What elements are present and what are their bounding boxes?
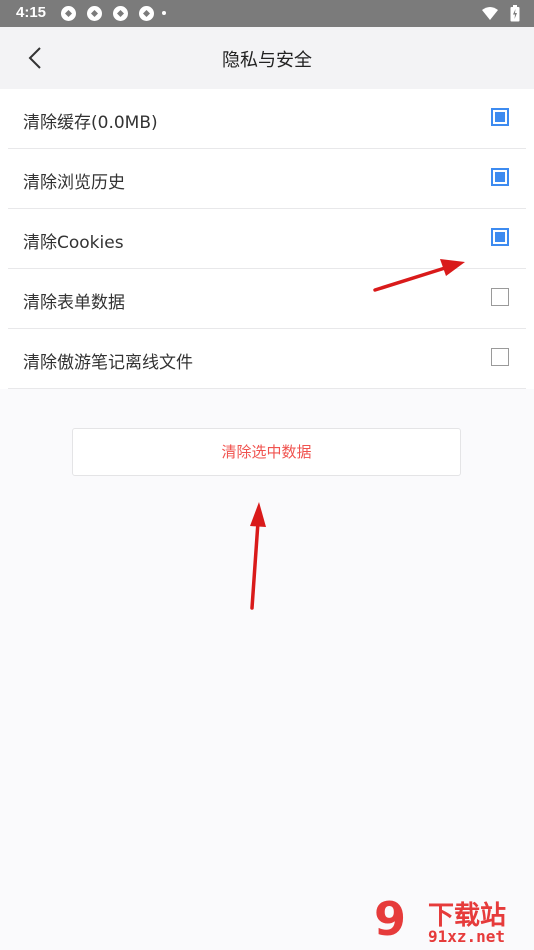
notification-icons (60, 5, 159, 22)
more-notifications-dot-icon (162, 11, 166, 15)
clear-cache-checkbox[interactable] (491, 108, 509, 126)
option-clear-history[interactable]: 清除浏览历史 (8, 149, 526, 209)
clear-cookies-checkbox[interactable] (491, 228, 509, 246)
clear-notes-offline-checkbox[interactable] (491, 348, 509, 366)
notification-icon (61, 6, 76, 21)
option-clear-form-data[interactable]: 清除表单数据 (8, 269, 526, 329)
notification-icon (139, 6, 155, 21)
status-bar: 4:15 (0, 0, 534, 27)
option-clear-cookies[interactable]: 清除Cookies (8, 209, 526, 269)
option-label: 清除Cookies (23, 233, 124, 253)
watermark-logo: 9 下载站 91xz.net (368, 893, 534, 950)
system-icons (475, 5, 520, 22)
battery-icon (510, 5, 520, 22)
notification-icon (87, 6, 103, 21)
watermark-mark: 9 (374, 892, 407, 946)
notification-icon (113, 6, 129, 21)
header: 隐私与安全 (0, 27, 534, 89)
clear-selected-data-button[interactable]: 清除选中数据 (72, 428, 461, 476)
wifi-icon (481, 7, 498, 20)
clear-options-list: 清除缓存(0.0MB) 清除浏览历史 清除Cookies 清除表单数据 清除傲游… (0, 89, 534, 389)
option-clear-notes-offline[interactable]: 清除傲游笔记离线文件 (8, 329, 526, 389)
watermark-url: 91xz.net (428, 927, 506, 946)
status-time: 4:15 (16, 4, 47, 21)
option-label: 清除傲游笔记离线文件 (23, 353, 193, 373)
clear-history-checkbox[interactable] (491, 168, 509, 186)
option-label: 清除缓存(0.0MB) (23, 113, 158, 133)
arrow-to-clear-button-icon (250, 502, 266, 610)
option-clear-cache[interactable]: 清除缓存(0.0MB) (8, 89, 526, 149)
page-title: 隐私与安全 (222, 50, 312, 71)
option-label: 清除浏览历史 (23, 173, 125, 193)
clear-form-data-checkbox[interactable] (491, 288, 509, 306)
option-label: 清除表单数据 (23, 293, 125, 313)
